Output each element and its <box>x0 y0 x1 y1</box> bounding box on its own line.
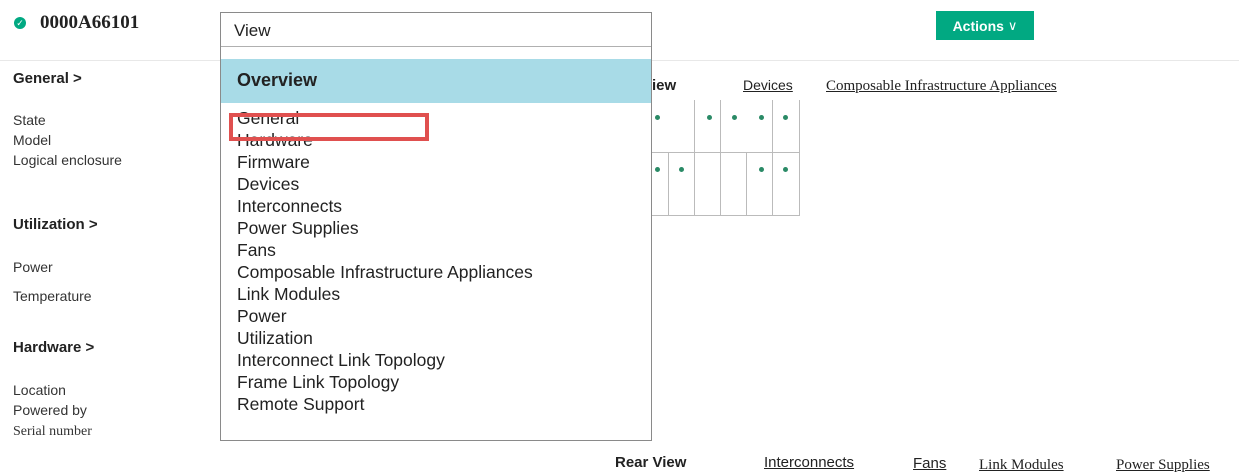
actions-button-label: Actions <box>952 17 1004 34</box>
section-hardware-link[interactable]: Hardware > <box>13 339 94 356</box>
status-ok-icon: ✓ <box>14 17 26 29</box>
dropdown-option-interconnects[interactable]: Interconnects <box>237 195 533 217</box>
dropdown-option-fans[interactable]: Fans <box>237 239 533 261</box>
dropdown-option-utilization[interactable]: Utilization <box>237 327 533 349</box>
field-label-power: Power <box>13 259 53 275</box>
dropdown-option-interconnect-link-topology[interactable]: Interconnect Link Topology <box>237 349 533 371</box>
fans-link[interactable]: Fans <box>913 455 946 472</box>
bay-status-dot <box>655 115 660 120</box>
dropdown-option-devices[interactable]: Devices <box>237 173 533 195</box>
dropdown-option-firmware[interactable]: Firmware <box>237 151 533 173</box>
dropdown-option-composable-infrastructure-appliances[interactable]: Composable Infrastructure Appliances <box>237 261 533 283</box>
field-label-model: Model <box>13 132 52 148</box>
front-view-label: iew <box>652 77 677 94</box>
devices-link[interactable]: Devices <box>743 77 793 93</box>
bay-status-dot <box>655 167 660 172</box>
grid-line <box>668 152 669 215</box>
dropdown-option-general[interactable]: General <box>237 107 533 129</box>
field-label-serial-number: Serial number <box>13 424 92 439</box>
bay-status-dot <box>732 115 737 120</box>
field-label-logical-enclosure: Logical enclosure <box>13 152 122 168</box>
field-label-state: State <box>13 112 46 128</box>
chevron-down-icon: ∨ <box>1007 17 1018 33</box>
dropdown-option-hardware[interactable]: Hardware <box>237 129 533 151</box>
grid-line <box>694 100 695 215</box>
bay-status-dot <box>783 115 788 120</box>
dropdown-option-overview[interactable]: Overview <box>221 59 651 103</box>
view-select[interactable]: View <box>221 13 651 47</box>
dropdown-option-link-modules[interactable]: Link Modules <box>237 283 533 305</box>
field-label-location: Location <box>13 382 66 398</box>
link-modules-link[interactable]: Link Modules <box>979 457 1064 474</box>
grid-line <box>772 100 773 215</box>
enclosure-front-view-diagram <box>652 100 800 216</box>
bay-status-dot <box>759 167 764 172</box>
dropdown-option-list: General Hardware Firmware Devices Interc… <box>237 107 533 415</box>
bay-status-dot <box>759 115 764 120</box>
field-label-powered-by: Powered by <box>13 402 87 418</box>
dropdown-option-remote-support[interactable]: Remote Support <box>237 393 533 415</box>
interconnects-link[interactable]: Interconnects <box>764 454 854 471</box>
page-title: 0000A66101 <box>40 12 140 33</box>
composable-infrastructure-appliances-link[interactable]: Composable Infrastructure Appliances <box>826 78 1057 95</box>
dropdown-option-frame-link-topology[interactable]: Frame Link Topology <box>237 371 533 393</box>
bay-status-dot <box>783 167 788 172</box>
dropdown-option-power-supplies[interactable]: Power Supplies <box>237 217 533 239</box>
section-utilization-link[interactable]: Utilization > <box>13 216 98 233</box>
field-label-temperature: Temperature <box>13 288 92 304</box>
rear-view-label: Rear View <box>615 454 687 471</box>
grid-line <box>720 100 721 215</box>
bay-status-dot <box>679 167 684 172</box>
grid-line <box>652 152 799 153</box>
view-dropdown-menu[interactable]: View Overview General Hardware Firmware … <box>220 12 652 441</box>
dropdown-option-power[interactable]: Power <box>237 305 533 327</box>
actions-button[interactable]: Actions ∨ <box>936 11 1034 40</box>
grid-line <box>746 152 747 215</box>
power-supplies-link[interactable]: Power Supplies <box>1116 457 1210 474</box>
section-general-link[interactable]: General > <box>13 70 82 87</box>
bay-status-dot <box>707 115 712 120</box>
